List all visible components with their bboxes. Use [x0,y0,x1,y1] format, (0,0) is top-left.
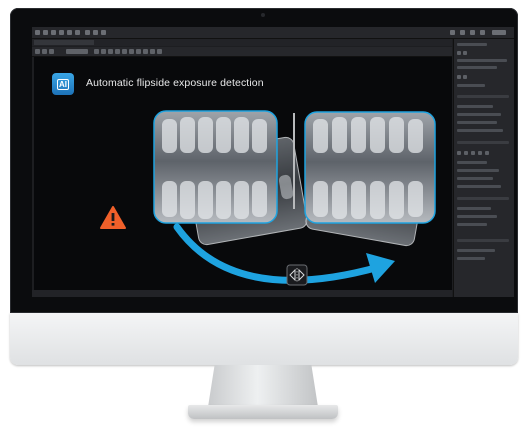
rotate-right-icon[interactable] [101,49,106,54]
panel-row [457,169,499,172]
panel-icon[interactable] [464,151,468,155]
window-controls[interactable] [492,30,506,35]
help-icon[interactable] [470,30,475,35]
crop-icon[interactable] [150,49,155,54]
panel-row [457,161,487,164]
annotate-icon[interactable] [136,49,141,54]
flip-icon[interactable] [108,49,113,54]
select-tool-icon[interactable] [35,49,40,54]
panel-icon[interactable] [463,75,467,79]
xray-left-front [153,110,278,224]
panel-section [457,95,509,98]
panel-slider[interactable] [457,129,503,132]
redo-icon[interactable] [93,30,98,35]
rotate-left-icon[interactable] [94,49,99,54]
panel-section [457,141,509,144]
warning-triangle-icon [100,206,126,229]
contrast-icon[interactable] [115,49,120,54]
panel-row [457,105,493,108]
image-canvas[interactable]: AI Automatic flipside exposure detection [34,57,452,290]
brightness-icon[interactable] [122,49,127,54]
zoom-tool-icon[interactable] [49,49,54,54]
panel-slider[interactable] [457,59,507,62]
panel-row [457,66,497,69]
user-icon[interactable] [480,30,485,35]
panel-row [457,84,485,87]
camera-dot [261,13,265,17]
panel-icon[interactable] [463,51,467,55]
monitor-stand-base [188,405,338,419]
image-toolbar [32,47,452,57]
panel-row [457,207,491,210]
layout-icon[interactable] [101,30,106,35]
panel-row [457,257,485,260]
settings-icon[interactable] [75,30,80,35]
panel-section [457,239,509,242]
panel-icon[interactable] [478,151,482,155]
document-tab[interactable] [34,40,94,45]
panel-row [457,121,497,124]
properties-panel [453,39,514,297]
xray-illustration [100,110,436,286]
center-divider [293,113,295,209]
panel-icon[interactable] [485,151,489,155]
zoom-field[interactable] [66,49,88,54]
mirror-flip-button[interactable] [286,264,308,286]
pan-tool-icon[interactable] [42,49,47,54]
panel-icon[interactable] [457,151,461,155]
save-icon[interactable] [51,30,56,35]
monitor-chin [10,313,518,365]
panel-icon[interactable] [457,51,461,55]
panel-slider[interactable] [457,215,497,218]
document-tab-bar [32,39,452,46]
app-screen: AI Automatic flipside exposure detection [32,27,514,297]
view-icon[interactable] [460,30,465,35]
panel-row [457,185,501,188]
filter-icon[interactable] [143,49,148,54]
panel-row [457,177,493,180]
status-bar [32,290,452,297]
panel-icon[interactable] [457,75,461,79]
menu-bar [32,27,514,39]
panel-icon[interactable] [471,151,475,155]
export-icon[interactable] [67,30,72,35]
open-icon[interactable] [43,30,48,35]
reset-icon[interactable] [157,49,162,54]
panel-slider[interactable] [457,113,501,116]
measure-icon[interactable] [129,49,134,54]
undo-icon[interactable] [85,30,90,35]
file-icon[interactable] [35,30,40,35]
monitor-stand-neck [208,365,318,407]
panel-row [457,223,487,226]
window-icon[interactable] [450,30,455,35]
xray-right-front [304,111,436,224]
panel-row [457,249,495,252]
panel-header [457,43,487,46]
print-icon[interactable] [59,30,64,35]
panel-section [457,197,509,200]
